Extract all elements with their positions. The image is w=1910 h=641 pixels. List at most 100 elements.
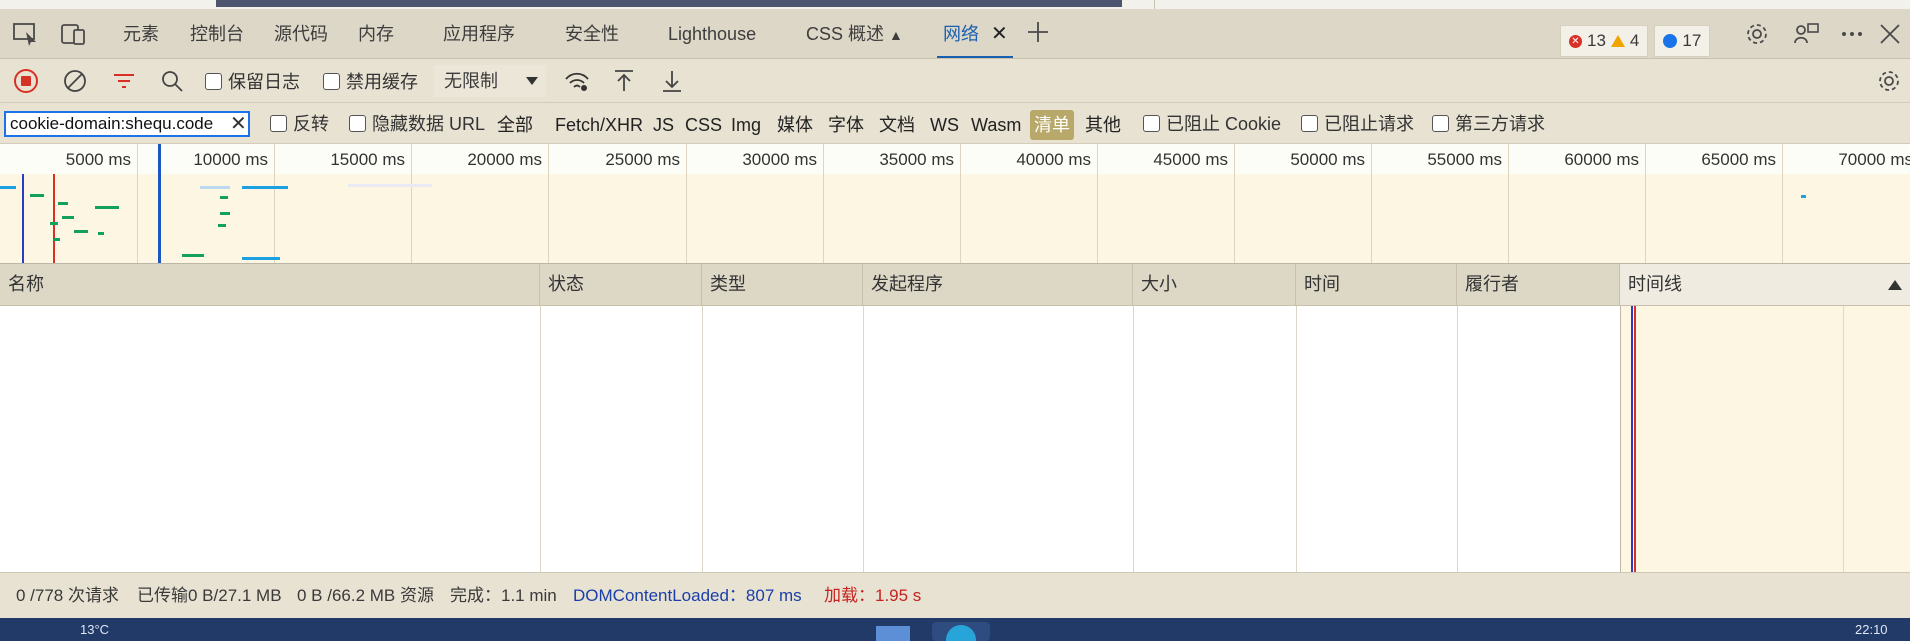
inspect-element-icon[interactable] [12,21,40,47]
filter-type-ws[interactable]: WS [930,113,959,137]
filter-type-other[interactable]: 其他 [1085,113,1121,137]
close-icon[interactable]: ✕ [991,18,1008,50]
tab-elements[interactable]: 元素 [123,18,159,50]
column-fulfilled-by[interactable]: 履行者 [1457,264,1620,305]
checkbox-box [270,114,287,132]
filter-type-manifest[interactable]: 清单 [1030,110,1074,140]
disable-cache-checkbox[interactable]: 禁用缓存 [323,70,418,92]
request-bar [1801,195,1806,198]
filter-input[interactable]: cookie-domain:shequ.code [4,111,250,137]
message-badge[interactable]: 17 [1654,25,1711,57]
error-count: 13 [1587,31,1606,50]
column-time[interactable]: 时间 [1296,264,1457,305]
request-bar [218,224,226,227]
add-tab-icon[interactable] [1025,19,1053,45]
tab-css-overview[interactable]: CSS 概述 ▲ [806,18,903,50]
hide-data-url-checkbox[interactable]: 隐藏数据 URL [349,112,485,134]
feedback-icon[interactable] [1792,21,1820,47]
close-devtools-icon[interactable] [1876,21,1904,47]
column-name[interactable]: 名称 [0,264,540,305]
filter-type-fetch-xhr[interactable]: Fetch/XHR [555,113,643,137]
filter-type-media[interactable]: 媒体 [777,113,813,137]
warning-count: 4 [1629,31,1640,50]
browser-app-icon [946,625,976,641]
preserve-log-checkbox[interactable]: 保留日志 [205,70,300,92]
blocked-cookies-checkbox[interactable]: 已阻止 Cookie [1143,112,1281,134]
column-status[interactable]: 状态 [540,264,702,305]
column-divider [1133,306,1134,572]
overview-grid-line [411,144,412,263]
taskbar-active-app-icon[interactable] [932,622,990,641]
column-type[interactable]: 类型 [702,264,863,305]
filter-type-js[interactable]: JS [653,113,674,137]
request-bar [95,206,119,209]
third-party-label: 第三方请求 [1455,114,1545,134]
import-har-icon[interactable] [610,67,638,95]
network-overview[interactable]: 5000 ms 10000 ms 15000 ms 20000 ms 25000 ms 3… [0,144,1910,264]
tab-security[interactable]: 安全性 [565,18,619,50]
request-bar [242,186,288,189]
overview-tick-label: 30000 ms [742,150,817,169]
message-count: 17 [1682,31,1702,50]
blocked-requests-checkbox[interactable]: 已阻止请求 [1301,112,1414,134]
invert-label: 反转 [293,114,329,134]
sort-ascending-icon [1888,280,1902,290]
network-settings-gear-icon[interactable] [1875,67,1903,95]
throttling-select[interactable]: 无限制 [434,65,546,97]
record-stop-icon[interactable] [12,67,40,95]
filter-type-doc[interactable]: 文档 [879,113,915,137]
filter-icon[interactable] [110,67,138,95]
overview-tick-label: 40000 ms [1016,150,1091,169]
column-divider [1296,306,1297,572]
request-table-body[interactable] [0,306,1910,572]
more-options-icon[interactable] [1838,21,1866,47]
clear-icon[interactable] [61,67,89,95]
overview-grid-line [548,144,549,263]
checkbox-box [1432,114,1449,132]
tab-network[interactable]: 网络 [937,18,1013,58]
filter-type-img[interactable]: Img [731,113,761,137]
devtools-tab-bar: 元素 控制台 源代码 内存 应用程序 安全性 Lighthouse CSS 概述… [0,9,1910,59]
request-bar [58,202,68,205]
filter-type-wasm[interactable]: Wasm [971,113,1021,137]
overview-grid-line [960,144,961,263]
blocked-cookies-label: 已阻止 Cookie [1166,114,1282,134]
overview-tick-label: 55000 ms [1427,150,1502,169]
overview-tick-label: 50000 ms [1290,150,1365,169]
request-bar [0,186,16,189]
clear-filter-icon[interactable]: ✕ [230,113,247,135]
settings-gear-icon[interactable] [1743,21,1771,47]
filter-type-font[interactable]: 字体 [828,113,864,137]
issue-badges: ✕ 13 4 17 [1560,25,1711,57]
tab-application[interactable]: 应用程序 [443,18,515,50]
column-timeline[interactable]: 时间线 [1620,264,1910,305]
search-icon[interactable] [158,67,186,95]
column-divider [863,306,864,572]
tab-console[interactable]: 控制台 [190,18,244,50]
taskbar-app-icon[interactable] [876,626,910,641]
column-size[interactable]: 大小 [1133,264,1296,305]
network-conditions-icon[interactable] [563,67,591,95]
tab-lighthouse[interactable]: Lighthouse [668,18,756,50]
checkbox-box [205,72,222,90]
hide-data-url-label: 隐藏数据 URL [372,114,486,134]
browser-page-strip [0,0,1910,9]
filter-type-css[interactable]: CSS [685,113,722,137]
request-bar [30,194,44,197]
export-har-icon[interactable] [658,67,686,95]
dcl-marker [1631,306,1633,572]
overview-grid-line [1508,144,1509,263]
tab-memory[interactable]: 内存 [358,18,394,50]
invert-checkbox[interactable]: 反转 [270,112,329,134]
third-party-checkbox[interactable]: 第三方请求 [1432,112,1545,134]
selection-marker[interactable] [158,144,161,263]
request-table-header: 名称 状态 类型 发起程序 大小 时间 履行者 时间线 [0,264,1910,306]
column-initiator[interactable]: 发起程序 [863,264,1133,305]
page-banner [216,0,1122,7]
column-divider [1457,306,1458,572]
filter-type-all[interactable]: 全部 [497,113,533,137]
tab-sources[interactable]: 源代码 [274,18,328,50]
error-badge[interactable]: ✕ 13 4 [1560,25,1649,57]
request-bar [54,238,60,241]
device-toolbar-icon[interactable] [60,21,88,47]
